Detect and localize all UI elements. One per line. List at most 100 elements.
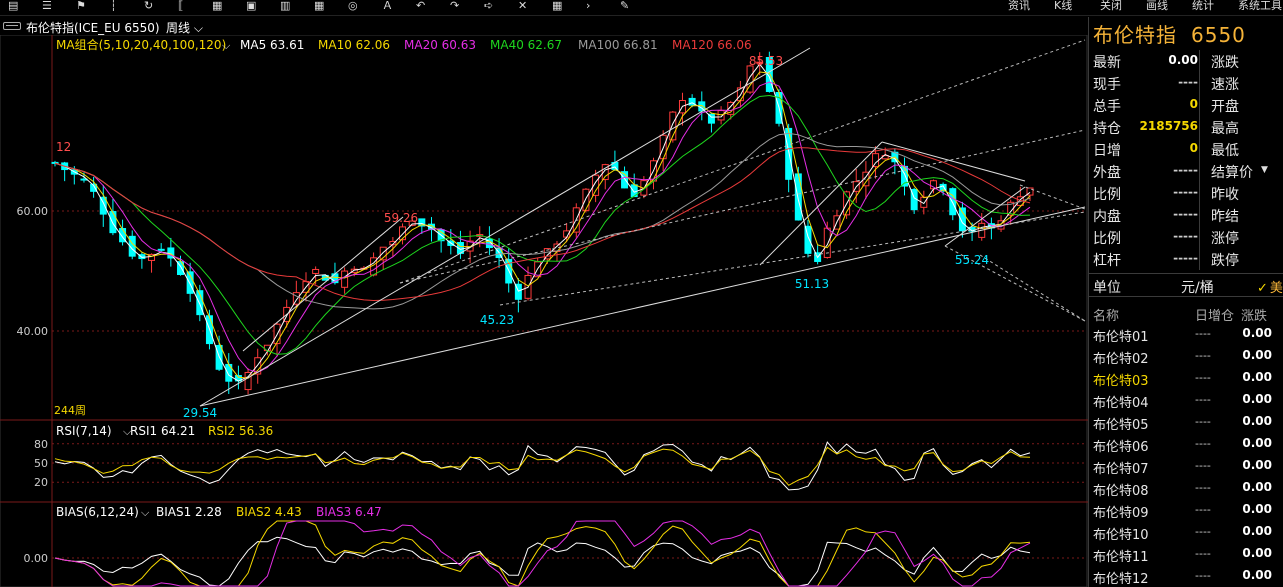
contract-row[interactable]: 布伦特04 ---- 0.00 [1089,389,1283,411]
quote-label: 内盘 [1093,209,1121,225]
candles [51,51,1034,395]
quote-row: 比例 ----- 昨收 [1089,182,1283,204]
currency-selector[interactable]: ✓ 美 [1257,277,1283,296]
ma-legend-value: 66.81 [619,38,657,52]
panel-title: 布伦特指 6550 [1093,19,1246,48]
table-icon[interactable]: ▦ [552,0,562,12]
ma-legend-name: MA5 [240,38,266,52]
price-annotation: 55.24 [955,253,989,267]
price-annotation: 12 [56,140,71,154]
bias-legend-bias2: BIAS2 4.43 [236,505,302,519]
contract-name: 布伦特12 [1093,572,1149,587]
contract-change: 0.00 [1242,480,1272,494]
undo-icon[interactable]: ↶ [416,0,425,12]
contract-name: 布伦特01 [1093,330,1149,345]
contract-position-change: ---- [1195,349,1211,362]
quote-label: 结算价 [1211,165,1253,181]
chart-icon[interactable]: ▥ [280,0,290,12]
candle [399,226,407,241]
ma-legend-ma20: MA20 60.63 [404,38,476,52]
quote-value: ----- [1173,229,1198,243]
rsi-tick-label: 80 [34,438,48,451]
contract-row[interactable]: 布伦特07 ---- 0.00 [1089,455,1283,477]
contract-row[interactable]: 布伦特10 ---- 0.00 [1089,521,1283,543]
toolbar-item[interactable]: 资讯 [1008,0,1030,12]
trend-projection-line [979,254,1086,322]
bulb-icon[interactable]: ◎ [348,0,358,12]
symbol-title: 布伦特指(ICE_EU 6550) [26,21,160,35]
chevron-down-icon[interactable]: ▼ [1261,165,1268,175]
candle [244,371,252,391]
contract-row[interactable]: 布伦特09 ---- 0.00 [1089,499,1283,521]
text-icon[interactable]: Ａ [382,0,393,12]
ma-legend-name: MA20 [404,38,438,52]
doc-icon[interactable]: ▣ [246,0,256,12]
toolbar-item[interactable]: 关闭 [1100,0,1122,12]
quote-row: 持仓 2185756 最高 [1089,116,1283,138]
redo-icon[interactable]: ↷ [450,0,459,12]
quote-value: 0.00 [1168,53,1198,67]
contract-name: 布伦特06 [1093,440,1149,455]
quote-row: 外盘 ----- 结算价 ▼ [1089,160,1283,182]
quote-label: 速涨 [1211,77,1239,93]
quote-value: ----- [1173,185,1198,199]
ma-legend-ma40: MA40 62.67 [490,38,562,52]
candle [312,268,320,274]
toolbar-item[interactable]: 画线 [1146,0,1168,12]
contract-change: 0.00 [1242,392,1272,406]
contract-row[interactable]: 布伦特01 ---- 0.00 [1089,323,1283,345]
quote-label: 杠杆 [1093,253,1121,269]
contract-row[interactable]: 布伦特05 ---- 0.00 [1089,411,1283,433]
contract-row[interactable]: 布伦特02 ---- 0.00 [1089,345,1283,367]
contract-position-change: ---- [1195,415,1211,428]
bias-legend-name: BIAS2 [236,505,271,519]
quote-label: 涨跌 [1211,55,1239,71]
contract-name: 布伦特11 [1093,550,1149,565]
next-icon[interactable]: › [586,0,590,12]
period-label: 周线 [166,21,191,35]
cycle-icon[interactable]: ↻ [144,0,153,12]
pen-icon[interactable]: ✎ [620,0,629,12]
ma-legend-ma100: MA100 66.81 [578,38,658,52]
y-tick-label: 60.00 [17,205,49,218]
ruler-icon[interactable]: ┆ [110,0,117,12]
list-icon[interactable]: ☰ [42,0,52,12]
rsi-tick-label: 20 [34,476,48,489]
bracket-icon[interactable]: ⟦ [178,0,183,12]
arrow-icon[interactable]: ➪ [484,0,493,12]
unit-value: 元/桶 [1181,280,1214,296]
contract-row[interactable]: 布伦特08 ---- 0.00 [1089,477,1283,499]
bias-indicator-label: BIAS(6,12,24) [56,505,139,519]
quote-value: ----- [1173,163,1198,177]
grid-icon[interactable]: ▦ [314,0,324,12]
period-dropdown[interactable]: 周线 ⌵ [166,19,203,36]
menu-icon[interactable]: ▤ [8,0,18,12]
contract-change: 0.00 [1242,568,1272,582]
bias-legend-value: 2.28 [191,505,222,519]
flag-icon[interactable]: ⚑ [76,0,86,12]
price-annotation: 51.13 [795,277,829,291]
contract-row[interactable]: 布伦特11 ---- 0.00 [1089,543,1283,565]
contract-position-change: ---- [1195,327,1211,340]
rsi-legend-value: 56.36 [235,424,273,438]
contract-row[interactable]: 布伦特06 ---- 0.00 [1089,433,1283,455]
contract-row[interactable]: 布伦特12 ---- 0.00 [1089,565,1283,587]
toolbar-item[interactable]: 统计 [1192,0,1214,12]
cross-icon[interactable]: ✕ [518,0,527,12]
chevron-down-icon: ⌵ [190,21,203,35]
quote-label: 跌停 [1211,253,1239,269]
quote-row: 现手 ---- 速涨 [1089,72,1283,94]
trend-line [759,141,883,266]
contract-position-change: ---- [1195,459,1211,472]
chart-menu-icon[interactable] [3,22,21,30]
calendar-icon[interactable]: ▦ [212,0,222,12]
unit-label: 单位 [1093,280,1121,296]
contract-row[interactable]: 布伦特03 ---- 0.00 [1089,367,1283,389]
bias-legend-value: 6.47 [351,505,382,519]
toolbar-item[interactable]: K线 [1054,0,1072,12]
kline-chart[interactable]: 60.0040.00MA组合(5,10,20,40,100,120)⌵ MA5 6… [0,35,1088,587]
toolbar-item[interactable]: 系统工具 [1238,0,1282,12]
ma-line-ma10 [54,71,1031,379]
price-annotation: 85.53 [749,54,783,68]
quote-label: 总手 [1093,99,1121,115]
